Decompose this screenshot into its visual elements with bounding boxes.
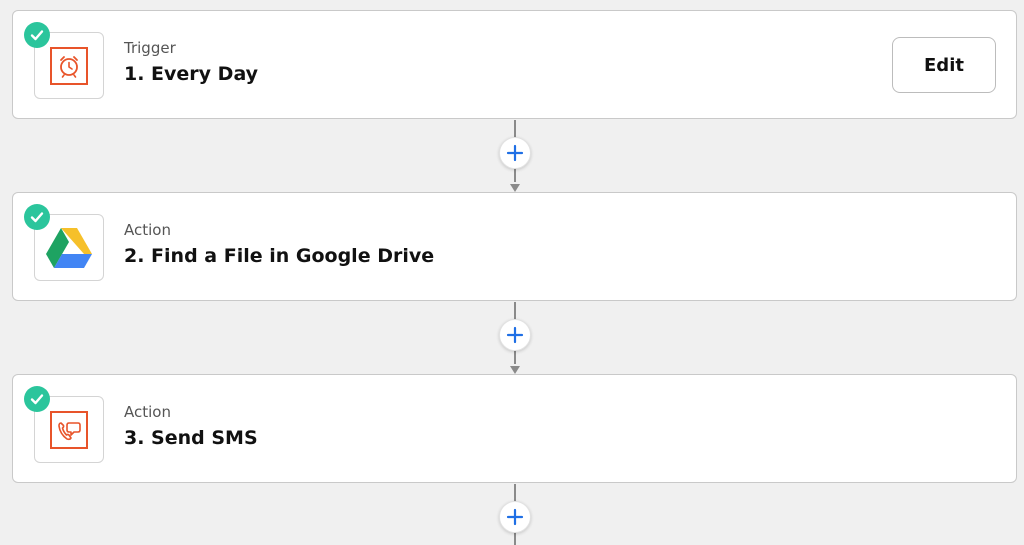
sms-phone-icon [50, 410, 88, 449]
step-text: Action 2. Find a File in Google Drive [124, 221, 434, 267]
step-text: Action 3. Send SMS [124, 403, 258, 449]
add-step-button[interactable] [499, 501, 531, 533]
plus-icon [506, 508, 524, 526]
workflow-step-trigger[interactable]: Trigger 1. Every Day Edit [12, 10, 1017, 119]
google-drive-icon [46, 227, 92, 268]
workflow-canvas: Trigger 1. Every Day Edit Action 2. Find… [0, 0, 1024, 545]
step-title: 3. Send SMS [124, 427, 258, 449]
add-step-button[interactable] [499, 319, 531, 351]
step-type-label: Trigger [124, 39, 176, 57]
alarm-clock-icon [50, 46, 88, 85]
connector-arrow-icon [510, 366, 520, 374]
workflow-step-action-google-drive[interactable]: Action 2. Find a File in Google Drive [12, 192, 1017, 301]
step-complete-check-icon [24, 22, 50, 48]
step-type-label: Action [124, 403, 171, 421]
plus-icon [506, 326, 524, 344]
step-title: 2. Find a File in Google Drive [124, 245, 435, 267]
step-complete-check-icon [24, 386, 50, 412]
step-type-label: Action [124, 221, 171, 239]
plus-icon [506, 144, 524, 162]
add-step-button[interactable] [499, 137, 531, 169]
edit-button[interactable]: Edit [892, 37, 996, 93]
workflow-step-action-sms[interactable]: Action 3. Send SMS [12, 374, 1017, 483]
step-complete-check-icon [24, 204, 50, 230]
connector-arrow-icon [510, 184, 520, 192]
step-text: Trigger 1. Every Day [124, 39, 258, 85]
step-title: 1. Every Day [124, 63, 259, 85]
